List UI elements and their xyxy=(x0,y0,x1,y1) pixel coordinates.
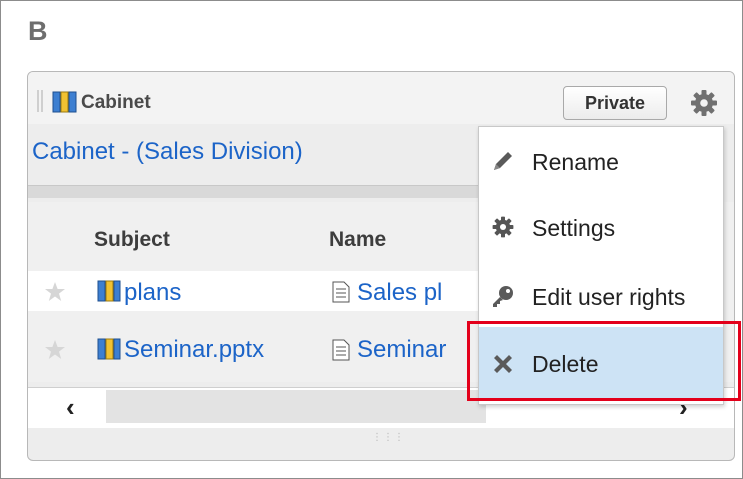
menu-item-rename[interactable]: Rename xyxy=(479,131,723,191)
key-icon xyxy=(493,286,513,307)
document-icon xyxy=(332,339,350,361)
scroll-left-icon[interactable]: ‹ xyxy=(66,392,75,423)
resize-grip-icon[interactable]: ⋮⋮⋮ xyxy=(372,432,405,443)
folder-icon xyxy=(97,338,121,360)
star-icon[interactable] xyxy=(44,281,66,303)
menu-item-edit-user-rights[interactable]: Edit user rights xyxy=(479,267,723,327)
column-header-name[interactable]: Name xyxy=(329,228,386,252)
cabinet-folder-link[interactable]: Cabinet - (Sales Division) xyxy=(32,138,303,166)
menu-item-settings[interactable]: Settings xyxy=(479,199,723,259)
section-letter: B xyxy=(28,16,48,46)
delete-highlight-box xyxy=(467,321,741,401)
name-link[interactable]: Seminar xyxy=(357,336,446,364)
star-icon[interactable] xyxy=(44,339,66,361)
subject-link[interactable]: Seminar.pptx xyxy=(124,336,264,364)
subject-link[interactable]: plans xyxy=(124,279,181,307)
toolbar-strip xyxy=(28,185,478,198)
gear-icon[interactable] xyxy=(689,88,719,118)
name-link[interactable]: Sales pl xyxy=(357,279,442,307)
column-header-subject[interactable]: Subject xyxy=(94,228,170,252)
drag-handle-icon[interactable] xyxy=(37,90,43,112)
portlet-header: Cabinet Private xyxy=(28,72,734,124)
menu-label: Edit user rights xyxy=(532,284,686,310)
cabinet-icon xyxy=(52,91,77,113)
private-button[interactable]: Private xyxy=(563,86,667,120)
gear-icon xyxy=(492,216,514,238)
menu-label: Settings xyxy=(532,215,616,241)
portlet-title: Cabinet xyxy=(81,92,151,113)
folder-icon xyxy=(97,280,121,302)
menu-label: Rename xyxy=(532,149,619,175)
pencil-icon xyxy=(494,152,512,170)
scrollbar-thumb[interactable] xyxy=(106,390,486,423)
document-icon xyxy=(332,281,350,303)
